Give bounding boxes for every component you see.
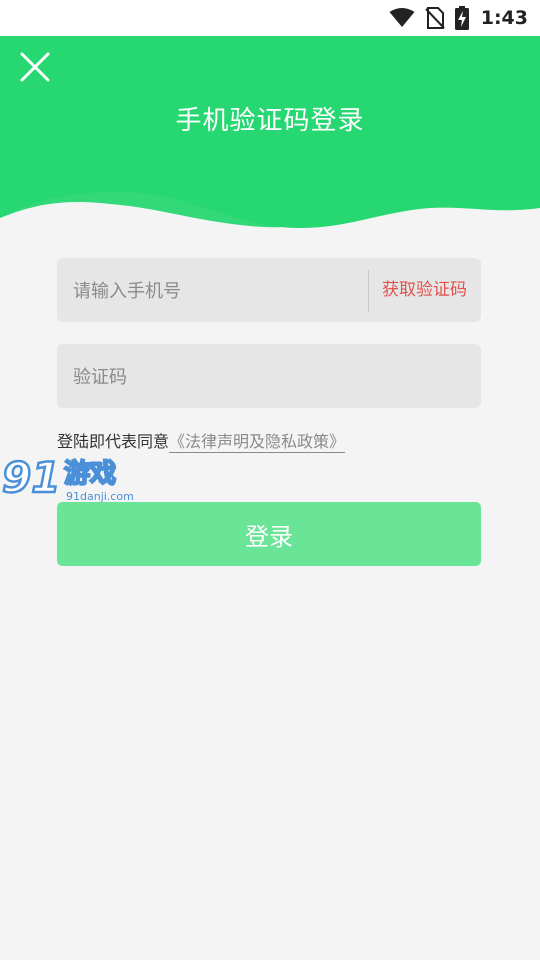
code-field [57,344,481,410]
watermark-91-icon: 91 游戏 91danji.com [1,452,134,504]
phone-field: 获取验证码 [57,258,481,324]
field-divider [368,270,369,312]
svg-text:91: 91 [2,453,60,502]
code-input[interactable] [71,344,471,410]
wifi-icon [389,8,415,27]
login-button[interactable]: 登录 [57,502,481,566]
agreement-prefix: 登陆即代表同意 [57,432,170,451]
status-time: 1:43 [480,7,528,29]
privacy-policy-link[interactable]: 《法律声明及隐私政策》 [169,432,346,453]
watermark-logo: 91 游戏 91danji.com [1,452,142,508]
close-icon [20,52,50,82]
battery-charging-icon [454,6,469,30]
header: 手机验证码登录 [0,36,540,236]
page-title: 手机验证码登录 [175,106,365,136]
close-button[interactable] [14,46,56,88]
svg-text:游戏: 游戏 [64,459,116,489]
no-sim-icon [425,7,445,29]
status-bar: 1:43 [0,0,540,36]
agreement-text: 登陆即代表同意《法律声明及隐私政策》 [57,428,346,453]
phone-input[interactable] [71,258,355,324]
get-code-button[interactable]: 获取验证码 [382,258,467,322]
status-icons: 1:43 [389,5,528,31]
